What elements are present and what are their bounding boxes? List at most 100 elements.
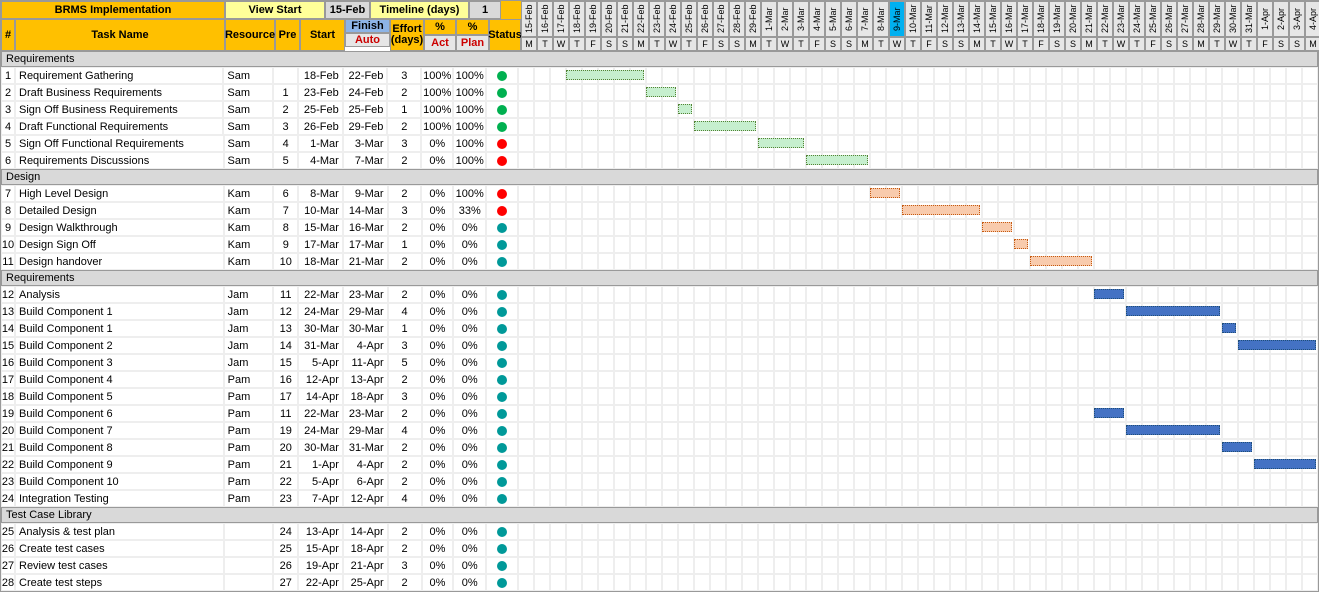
cell-finish[interactable]: 25-Apr: [343, 574, 388, 591]
cell-act[interactable]: 0%: [422, 320, 454, 337]
cell-finish[interactable]: 16-Mar: [343, 219, 388, 236]
cell-resource[interactable]: Pam: [224, 490, 274, 507]
cell-act[interactable]: 0%: [421, 185, 453, 202]
cell-effort[interactable]: 1: [387, 101, 421, 118]
cell-pre[interactable]: 9: [273, 236, 298, 253]
cell-plan[interactable]: 0%: [453, 337, 486, 354]
cell-plan[interactable]: 0%: [453, 523, 486, 540]
cell-act[interactable]: 0%: [422, 557, 454, 574]
cell-finish[interactable]: 21-Apr: [343, 557, 388, 574]
cell-effort[interactable]: 4: [388, 490, 422, 507]
cell-task[interactable]: Analysis: [15, 286, 224, 303]
cell-plan[interactable]: 0%: [453, 354, 486, 371]
cell-act[interactable]: 0%: [422, 253, 454, 270]
cell-start[interactable]: 26-Feb: [298, 118, 343, 135]
cell-resource[interactable]: Jam: [224, 337, 274, 354]
cell-pre[interactable]: 14: [273, 337, 298, 354]
cell-resource[interactable]: [224, 557, 274, 574]
cell-pre[interactable]: 20: [273, 439, 298, 456]
cell-start[interactable]: 31-Mar: [298, 337, 343, 354]
cell-pre[interactable]: 15: [273, 354, 298, 371]
cell-task[interactable]: Design handover: [15, 253, 224, 270]
cell-resource[interactable]: Kam: [224, 185, 274, 202]
cell-num[interactable]: 18: [1, 388, 15, 405]
cell-task[interactable]: Design Walkthrough: [15, 219, 224, 236]
cell-pre[interactable]: [273, 67, 298, 84]
cell-effort[interactable]: 2: [387, 84, 421, 101]
gantt-bar[interactable]: [646, 87, 676, 97]
task-row[interactable]: 12AnalysisJam1122-Mar23-Mar20%0%: [1, 286, 1318, 303]
cell-plan[interactable]: 100%: [453, 101, 486, 118]
cell-resource[interactable]: Sam: [223, 118, 273, 135]
cell-effort[interactable]: 1: [388, 236, 422, 253]
task-row[interactable]: 3Sign Off Business RequirementsSam225-Fe…: [1, 101, 1318, 118]
cell-finish[interactable]: 25-Feb: [343, 101, 388, 118]
task-row[interactable]: 27Review test cases2619-Apr21-Apr30%0%: [1, 557, 1318, 574]
cell-resource[interactable]: Pam: [224, 371, 274, 388]
cell-act[interactable]: 0%: [422, 473, 454, 490]
gantt-bar[interactable]: [902, 205, 980, 215]
cell-plan[interactable]: 100%: [453, 118, 486, 135]
cell-task[interactable]: Create test steps: [15, 574, 224, 591]
cell-resource[interactable]: Pam: [224, 422, 274, 439]
task-row[interactable]: 17Build Component 4Pam1612-Apr13-Apr20%0…: [1, 371, 1318, 388]
cell-resource[interactable]: Sam: [224, 135, 274, 152]
cell-num[interactable]: 21: [1, 439, 15, 456]
cell-plan[interactable]: 100%: [453, 185, 486, 202]
cell-effort[interactable]: 3: [388, 337, 422, 354]
cell-finish[interactable]: 22-Feb: [343, 67, 388, 84]
cell-task[interactable]: Design Sign Off: [15, 236, 224, 253]
cell-plan[interactable]: 0%: [453, 371, 486, 388]
cell-task[interactable]: Draft Business Requirements: [15, 84, 223, 101]
cell-resource[interactable]: Pam: [224, 439, 274, 456]
cell-start[interactable]: 24-Mar: [298, 422, 343, 439]
task-row[interactable]: 21Build Component 8Pam2030-Mar31-Mar20%0…: [1, 439, 1318, 456]
cell-pre[interactable]: 26: [273, 557, 298, 574]
cell-start[interactable]: 1-Apr: [298, 456, 343, 473]
cell-task[interactable]: Sign Off Business Requirements: [15, 101, 223, 118]
cell-num[interactable]: 20: [1, 422, 15, 439]
cell-start[interactable]: 30-Mar: [298, 320, 343, 337]
cell-start[interactable]: 15-Apr: [298, 540, 343, 557]
cell-effort[interactable]: 5: [388, 354, 422, 371]
cell-pre[interactable]: 27: [273, 574, 298, 591]
cell-resource[interactable]: Kam: [224, 219, 274, 236]
task-row[interactable]: 20Build Component 7Pam1924-Mar29-Mar40%0…: [1, 422, 1318, 439]
cell-effort[interactable]: 3: [388, 202, 422, 219]
gantt-bar[interactable]: [870, 188, 900, 198]
cell-start[interactable]: 1-Mar: [298, 135, 343, 152]
cell-finish[interactable]: 23-Mar: [343, 286, 388, 303]
cell-effort[interactable]: 2: [388, 456, 422, 473]
cell-finish[interactable]: 14-Mar: [343, 202, 388, 219]
cell-resource[interactable]: Pam: [224, 405, 274, 422]
cell-plan[interactable]: 0%: [453, 490, 486, 507]
cell-effort[interactable]: 2: [387, 118, 421, 135]
task-row[interactable]: 24Integration TestingPam237-Apr12-Apr40%…: [1, 490, 1318, 507]
cell-plan[interactable]: 0%: [453, 557, 486, 574]
cell-plan[interactable]: 0%: [453, 286, 486, 303]
cell-task[interactable]: Integration Testing: [15, 490, 224, 507]
cell-num[interactable]: 11: [1, 253, 15, 270]
cell-start[interactable]: 22-Mar: [298, 286, 343, 303]
task-row[interactable]: 16Build Component 3Jam155-Apr11-Apr50%0%: [1, 354, 1318, 371]
cell-task[interactable]: Build Component 8: [15, 439, 224, 456]
cell-pre[interactable]: 6: [273, 185, 298, 202]
cell-act[interactable]: 0%: [422, 439, 454, 456]
cell-pre[interactable]: 4: [273, 135, 298, 152]
task-row[interactable]: 28Create test steps2722-Apr25-Apr20%0%: [1, 574, 1318, 591]
cell-task[interactable]: Detailed Design: [15, 202, 224, 219]
task-row[interactable]: 25Analysis & test plan2413-Apr14-Apr20%0…: [1, 523, 1318, 540]
gantt-bar[interactable]: [1094, 289, 1124, 299]
cell-num[interactable]: 13: [1, 303, 15, 320]
cell-plan[interactable]: 0%: [453, 219, 486, 236]
cell-act[interactable]: 0%: [422, 405, 454, 422]
cell-pre[interactable]: 8: [273, 219, 298, 236]
cell-start[interactable]: 5-Apr: [298, 354, 343, 371]
cell-num[interactable]: 15: [1, 337, 15, 354]
cell-num[interactable]: 7: [1, 185, 15, 202]
cell-finish[interactable]: 29-Feb: [343, 118, 388, 135]
cell-plan[interactable]: 0%: [453, 236, 486, 253]
task-row[interactable]: 6Requirements DiscussionsSam54-Mar7-Mar2…: [1, 152, 1318, 169]
cell-task[interactable]: Build Component 1: [15, 320, 224, 337]
cell-finish[interactable]: 30-Mar: [343, 320, 388, 337]
